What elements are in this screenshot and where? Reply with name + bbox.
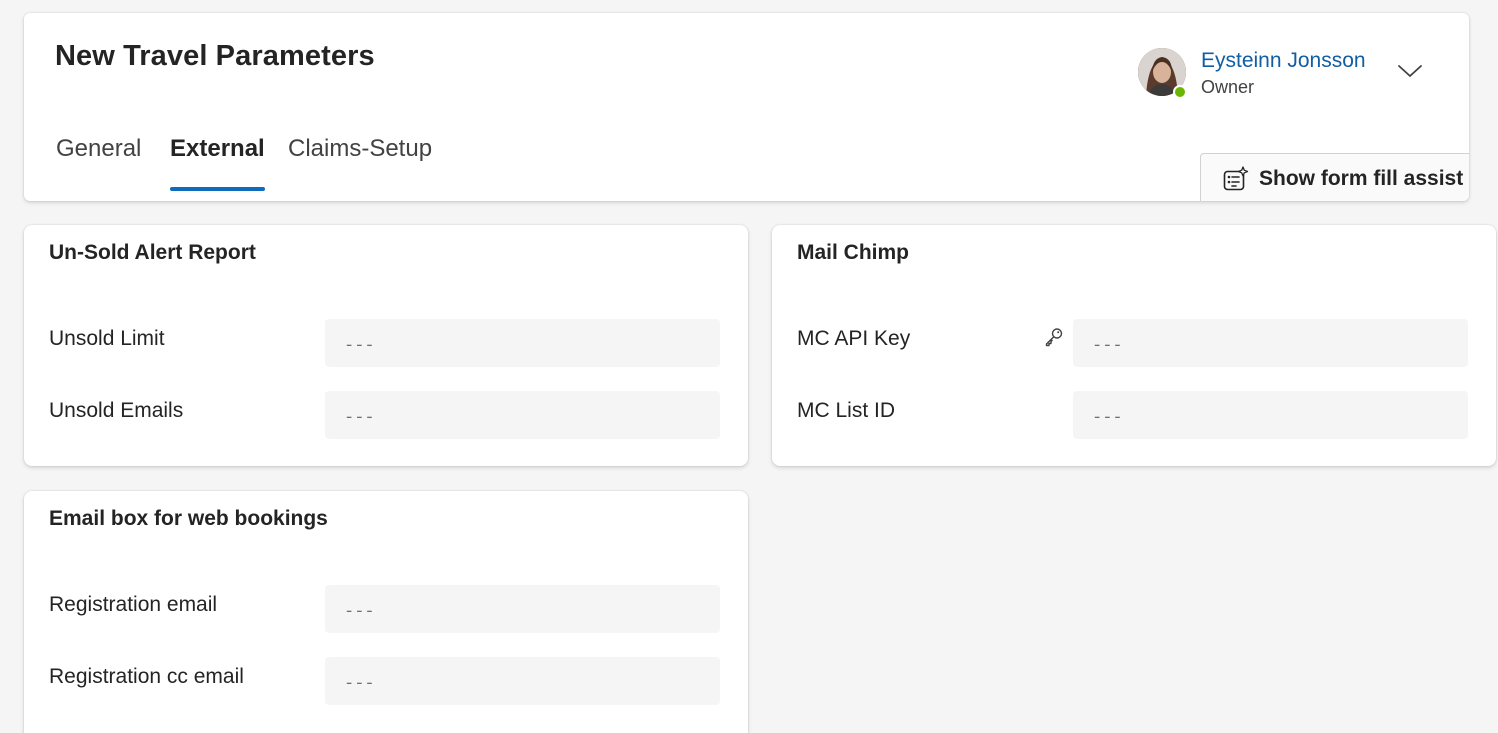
tab-external[interactable]: External [170, 135, 265, 191]
avatar[interactable] [1138, 48, 1187, 99]
mc-list-id-input[interactable] [1073, 391, 1468, 439]
unsold-limit-input[interactable] [325, 319, 720, 367]
key-icon [1045, 328, 1063, 347]
registration-cc-email-input[interactable] [325, 657, 720, 705]
field-label: Unsold Emails [49, 399, 184, 422]
form-assist-sparkle-icon [1223, 166, 1249, 191]
owner-name-link[interactable]: Eysteinn Jonsson [1201, 49, 1366, 73]
chevron-down-icon[interactable] [1396, 61, 1424, 81]
field-label: Unsold Limit [49, 327, 165, 350]
show-form-fill-assist-button[interactable]: Show form fill assist [1200, 153, 1469, 201]
section-title: Un-Sold Alert Report [49, 241, 256, 264]
registration-email-input[interactable] [325, 585, 720, 633]
active-tab-indicator [170, 187, 265, 191]
section-email-box-web-bookings: Email box for web bookings Registration … [24, 491, 748, 733]
field-label: MC List ID [797, 399, 896, 422]
tab-label: Claims-Setup [288, 135, 433, 162]
field-label: Registration cc email [49, 665, 244, 688]
presence-available-icon [1173, 85, 1187, 99]
owner-role: Owner [1201, 77, 1255, 97]
field-label: Registration email [49, 593, 218, 616]
owner-info[interactable]: Eysteinn Jonsson Owner [1138, 46, 1438, 99]
tab-claims-setup[interactable]: Claims-Setup [288, 135, 432, 191]
form-header: New Travel Parameters Eysteinn Jonsson O… [24, 13, 1469, 201]
section-unsold-alert-report: Un-Sold Alert Report Unsold Limit Unsold… [24, 225, 748, 466]
unsold-emails-input[interactable] [325, 391, 720, 439]
field-label: MC API Key [797, 327, 911, 350]
section-title: Email box for web bookings [49, 507, 328, 530]
page-title: New Travel Parameters [55, 40, 375, 72]
section-mail-chimp: Mail Chimp MC API Key MC List ID [772, 225, 1496, 466]
section-title: Mail Chimp [797, 241, 910, 264]
assist-button-label: Show form fill assist [1259, 167, 1464, 190]
tab-label: General [56, 135, 142, 162]
tab-label: External [170, 135, 265, 162]
tab-general[interactable]: General [56, 135, 141, 191]
mc-api-key-input[interactable] [1073, 319, 1468, 367]
